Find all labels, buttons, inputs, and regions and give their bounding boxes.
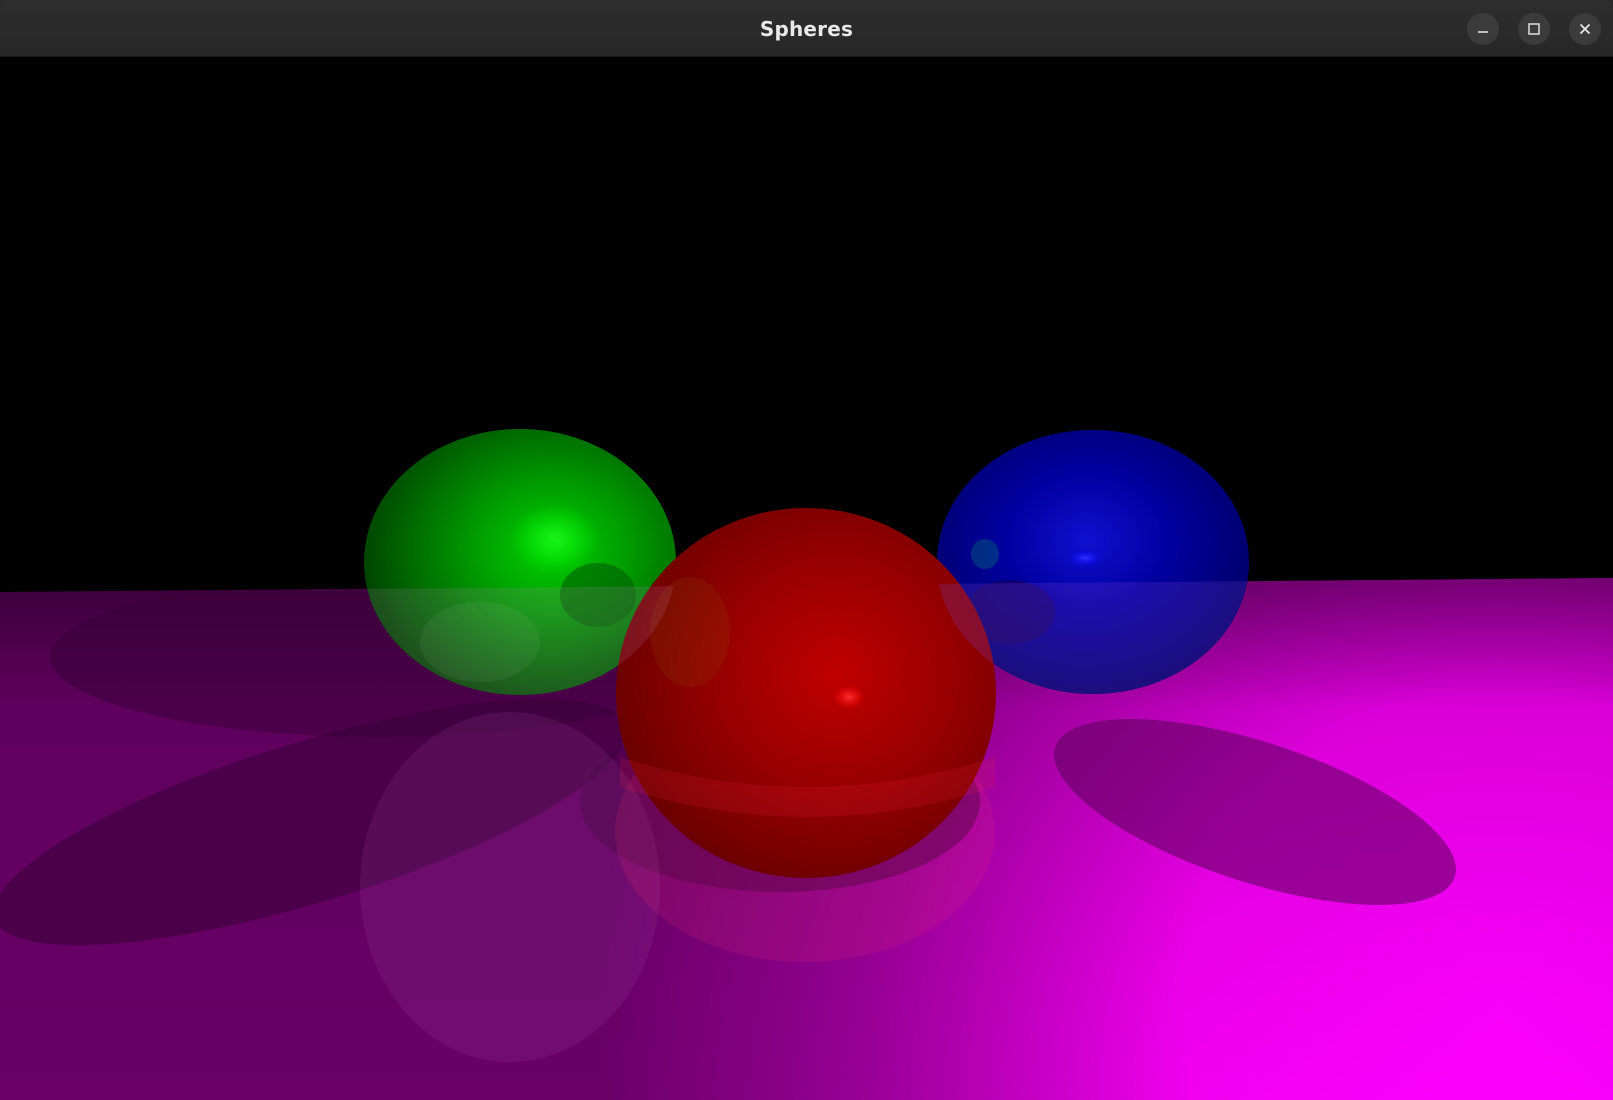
maximize-button[interactable] [1518,13,1550,45]
maximize-icon [1527,22,1541,36]
render-viewport[interactable] [0,57,1613,1100]
rendered-scene [0,57,1613,1100]
minimize-icon [1476,22,1490,36]
red-sphere [616,508,996,878]
window-title: Spheres [759,17,854,41]
close-icon [1578,22,1592,36]
minimize-button[interactable] [1467,13,1499,45]
app-window: Spheres [0,0,1613,1100]
title-bar[interactable]: Spheres [0,0,1613,57]
close-button[interactable] [1569,13,1601,45]
